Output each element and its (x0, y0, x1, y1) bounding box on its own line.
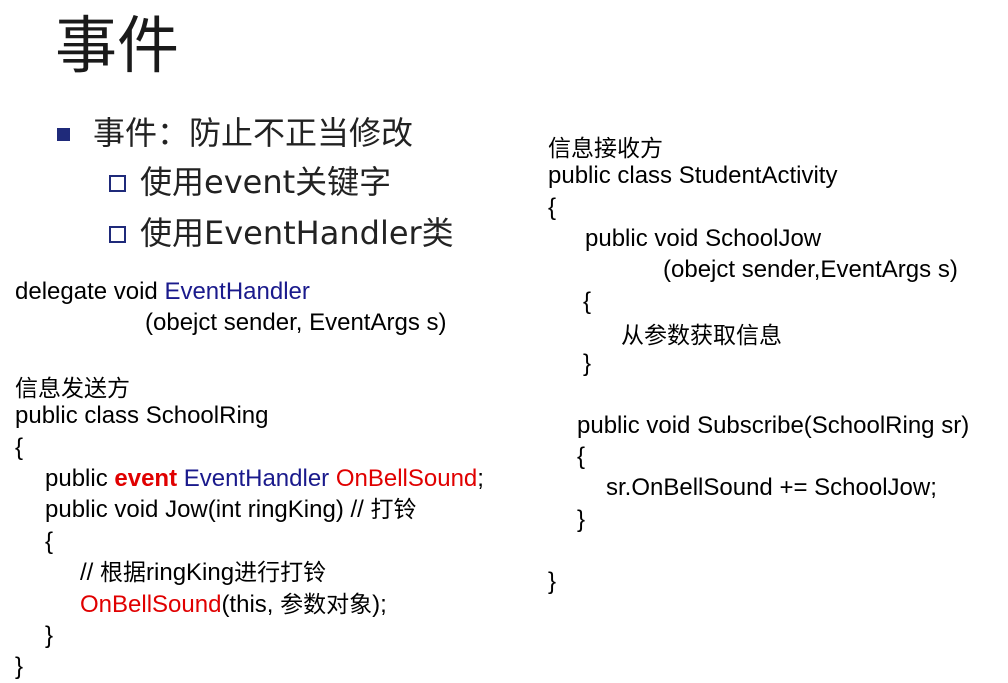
event-keyword: event (114, 465, 178, 492)
schooljow-close-brace: } (583, 350, 592, 377)
invoked-event-name: OnBellSound (80, 591, 222, 618)
jow-method-close-brace: } (45, 622, 54, 649)
hollow-square-bullet-icon (109, 226, 126, 243)
receiver-class-close-brace: } (548, 568, 557, 595)
delegate-params: (obejct sender, EventArgs s) (145, 309, 447, 336)
event-invocation: OnBellSound(this, 参数对象); (80, 591, 387, 618)
subscribe-open-brace: { (577, 443, 586, 470)
subscribe-method-declaration: public void Subscribe(SchoolRing sr) (577, 412, 970, 439)
event-type-name: EventHandler (183, 465, 330, 492)
jow-method-open-brace: { (45, 528, 54, 555)
receiver-class-open-brace: { (548, 194, 557, 221)
hollow-square-bullet-icon (109, 175, 126, 192)
schooljow-method-params: (obejct sender,EventArgs s) (663, 256, 958, 283)
delegate-type-name: EventHandler (164, 278, 310, 305)
ring-comment: // 根据ringKing进行打铃 (80, 559, 327, 586)
sender-class-close-brace: } (15, 653, 24, 680)
schooljow-body: 从参数获取信息 (621, 323, 782, 349)
jow-method-declaration: public void Jow(int ringKing) // 打铃 (45, 496, 417, 523)
square-bullet-icon (57, 128, 70, 141)
receiver-label: 信息接收方 (548, 136, 663, 162)
sender-class-open-brace: { (15, 434, 24, 461)
sub-bullet-eventhandler-class: 使用EventHandler类 (140, 214, 454, 252)
sender-class-declaration: public class SchoolRing (15, 402, 269, 429)
event-declaration: public event EventHandler OnBellSound; (45, 465, 484, 492)
sub-bullet-event-keyword: 使用event关键字 (140, 163, 392, 201)
schooljow-method-declaration: public void SchoolJow (585, 225, 822, 252)
slide-title: 事件 (55, 9, 180, 82)
main-bullet-text: 事件：防止不正当修改 (93, 114, 414, 152)
sender-label: 信息发送方 (15, 376, 130, 402)
subscribe-body: sr.OnBellSound += SchoolJow; (606, 474, 937, 501)
receiver-class-declaration: public class StudentActivity (548, 162, 838, 189)
delegate-declaration: delegate void EventHandler (15, 278, 310, 305)
event-field-name: OnBellSound (335, 465, 478, 492)
subscribe-close-brace: } (577, 506, 586, 533)
schooljow-open-brace: { (583, 288, 592, 315)
